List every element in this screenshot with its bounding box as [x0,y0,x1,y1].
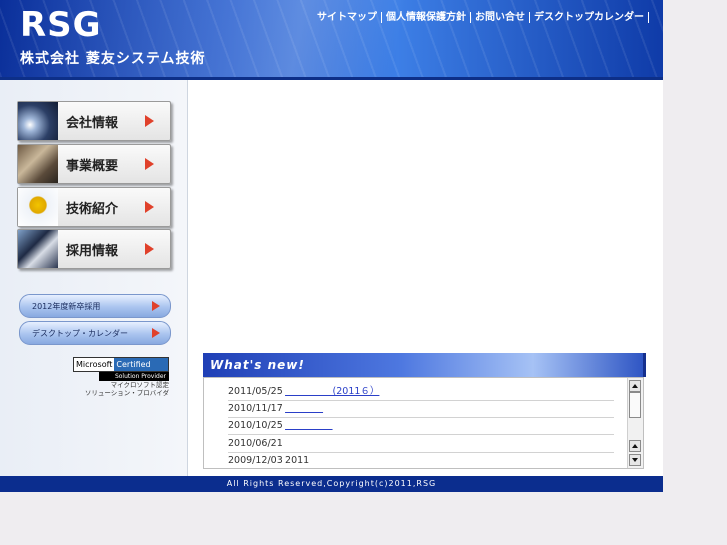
arrow-right-icon [152,328,160,338]
company-info-thumbnail [18,102,58,140]
scroll-up-button-lower[interactable] [629,440,641,452]
banner-label: 2012年度新卒採用 [32,301,101,311]
menu-business-button[interactable]: 事業概要 [17,144,171,184]
arrow-right-icon [145,243,154,255]
nav-calendar-link[interactable]: デスクトップカレンダー [530,12,649,23]
whats-new-title: What's new! [210,358,305,372]
site-logo[interactable]: RSG [20,6,102,44]
ms-subtext-2: ソリューション・プロバイダ [84,389,169,397]
solution-provider-label: Solution Provider [99,372,169,381]
menu-company-info-button[interactable]: 会社情報 [17,101,171,141]
recruit-2012-banner[interactable]: 2012年度新卒採用 [19,294,171,318]
menu-recruit-button[interactable]: 採用情報 [17,229,171,269]
news-link[interactable]: (2011６） [285,386,380,397]
news-text: 2011 [285,455,310,466]
whats-new-list: 2011/05/25 (2011６） 2010/11/17 2010/10/25… [203,377,644,469]
microsoft-certified-badge[interactable]: Microsoft Certified Solution Provider マイ… [73,357,169,397]
arrow-right-icon [145,158,154,170]
microsoft-brand: Microsoft [74,358,115,371]
scroll-down-button[interactable] [629,454,641,466]
microsoft-logo: Microsoft Certified [73,357,169,372]
news-item: 2010/11/17 [228,401,614,418]
arrow-right-icon [145,115,154,127]
content-tab-marker [203,82,217,101]
arrow-right-icon [152,301,160,311]
robot-thumbnail [18,188,58,226]
recruit-thumbnail [18,230,58,268]
nav-contact-link[interactable]: お問い合せ [471,12,530,23]
company-name: 株式会社 菱友システム技術 [20,51,206,67]
arrow-right-icon [145,201,154,213]
nav-sitemap-link[interactable]: サイトマップ [313,12,382,23]
news-item: 2011/05/25 (2011６） [228,384,614,401]
news-item: 2010/10/25 [228,418,614,435]
whats-new-header: What's new! [203,353,646,377]
page: RSG 株式会社 菱友システム技術 サイトマップ 個人情報保護方針 お問い合せ … [0,0,663,492]
menu-label: 事業概要 [66,158,119,174]
site-header: RSG 株式会社 菱友システム技術 サイトマップ 個人情報保護方針 お問い合せ … [0,0,663,80]
news-date: 2010/11/17 [228,403,283,414]
news-link[interactable] [285,420,333,431]
news-date: 2009/12/03 [228,455,283,466]
news-scrollbar[interactable] [627,378,643,468]
menu-label: 技術紹介 [66,201,119,217]
ms-subtext-1: マイクロソフト認定 [110,381,169,389]
content-tab-marker [189,268,203,288]
footer-copyright: All Rights Reserved,Copyright(c)2011,RSG [0,476,663,492]
news-date: 2011/05/25 [228,386,283,397]
menu-label: 採用情報 [66,243,119,259]
arrow-up-icon [632,444,638,448]
news-link[interactable] [285,403,323,414]
scroll-thumb[interactable] [629,392,641,418]
news-item: 2010/06/21 [228,436,614,453]
business-thumbnail [18,145,58,183]
nav-privacy-link[interactable]: 個人情報保護方針 [382,12,471,23]
scroll-up-button[interactable] [629,380,641,392]
news-date: 2010/10/25 [228,420,283,431]
menu-technology-button[interactable]: 技術紹介 [17,187,171,227]
top-nav: サイトマップ 個人情報保護方針 お問い合せ デスクトップカレンダー [313,12,649,23]
certified-label: Certified [114,358,168,371]
arrow-up-icon [632,384,638,388]
banner-label: デスクトップ・カレンダー [32,328,128,338]
news-item: 2009/12/03 2011 [228,453,614,468]
news-date: 2010/06/21 [228,438,283,449]
arrow-down-icon [632,458,638,462]
desktop-calendar-banner[interactable]: デスクトップ・カレンダー [19,321,171,345]
menu-label: 会社情報 [66,115,119,131]
